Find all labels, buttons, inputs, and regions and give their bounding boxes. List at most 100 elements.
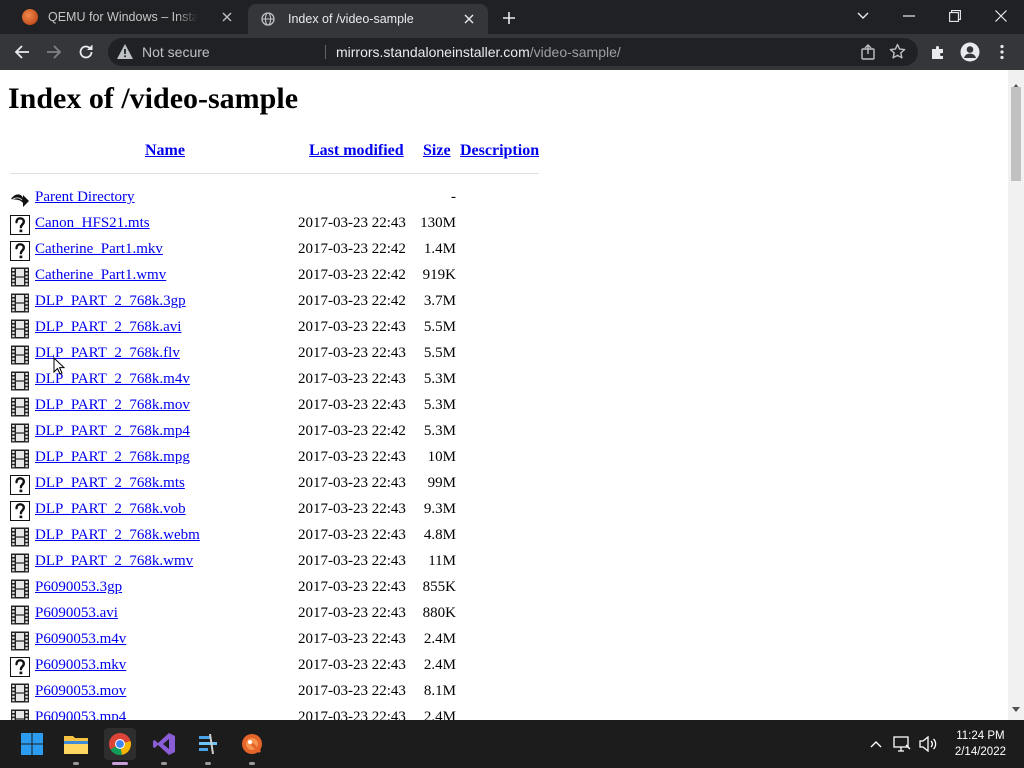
dev-tool-icon[interactable]: [192, 728, 224, 765]
profile-avatar-icon[interactable]: [957, 39, 983, 65]
file-link[interactable]: P6090053.mkv: [35, 657, 126, 674]
last-modified-cell: 2017-03-23 22:42: [298, 241, 406, 257]
size-cell: 5.3M: [423, 397, 456, 413]
file-link[interactable]: Catherine_Part1.mkv: [35, 241, 163, 258]
qemu-icon[interactable]: [236, 728, 268, 765]
column-header-last-modified[interactable]: Last modified: [309, 142, 404, 160]
chrome-icon[interactable]: [104, 728, 136, 765]
windows-start-icon[interactable]: [16, 728, 48, 760]
file-link[interactable]: P6090053.3gp: [35, 579, 122, 596]
file-row: Catherine_Part1.wmv 2017-03-23 22:42 919K: [0, 264, 600, 290]
movie-file-icon: [10, 553, 30, 573]
file-link[interactable]: DLP_PART_2_768k.webm: [35, 527, 200, 544]
movie-file-icon: [10, 683, 30, 703]
column-header-description[interactable]: Description: [460, 142, 539, 160]
file-row: DLP_PART_2_768k.mp4 2017-03-23 22:42 5.3M: [0, 420, 600, 446]
tab-qemu-installers[interactable]: QEMU for Windows – Installers (64 bit): [8, 0, 246, 34]
reload-button[interactable]: [73, 39, 99, 65]
column-header-name[interactable]: Name: [145, 142, 185, 160]
last-modified-cell: 2017-03-23 22:43: [298, 371, 406, 387]
tab-index-video-sample[interactable]: Index of /video-sample: [248, 4, 488, 34]
movie-file-icon: [10, 449, 30, 469]
file-link[interactable]: DLP_PART_2_768k.mpg: [35, 449, 190, 466]
last-modified-cell: 2017-03-23 22:43: [298, 683, 406, 699]
file-link[interactable]: P6090053.mov: [35, 683, 126, 700]
url-text[interactable]: mirrors.standaloneinstaller.com/video-sa…: [336, 44, 621, 60]
last-modified-cell: 2017-03-23 22:43: [298, 475, 406, 491]
minimize-window-icon[interactable]: [886, 0, 932, 32]
movie-file-icon: [10, 423, 30, 443]
network-icon[interactable]: [892, 734, 912, 754]
extensions-icon[interactable]: [925, 39, 951, 65]
file-link[interactable]: DLP_PART_2_768k.avi: [35, 319, 181, 336]
new-tab-button[interactable]: [498, 7, 520, 29]
not-secure-warning-icon[interactable]: [116, 43, 134, 64]
size-cell: 5.3M: [423, 423, 456, 439]
size-cell: 5.5M: [423, 319, 456, 335]
page-scrollbar[interactable]: [1008, 70, 1024, 720]
movie-file-icon: [10, 631, 30, 651]
size-cell: 2.4M: [423, 709, 456, 720]
restore-window-icon[interactable]: [932, 0, 978, 32]
file-link[interactable]: P6090053.avi: [35, 605, 118, 622]
size-cell: 1.4M: [423, 241, 456, 257]
movie-file-icon: [10, 709, 30, 720]
file-link[interactable]: DLP_PART_2_768k.wmv: [35, 553, 193, 570]
parent-directory-link[interactable]: Parent Directory: [35, 189, 135, 206]
movie-file-icon: [10, 371, 30, 391]
close-window-icon[interactable]: [978, 0, 1024, 32]
size-cell: 10M: [427, 449, 456, 465]
show-hidden-icons-chevron-icon[interactable]: [866, 734, 886, 754]
file-row: P6090053.mkv 2017-03-23 22:43 2.4M: [0, 654, 600, 680]
file-link[interactable]: Canon_HFS21.mts: [35, 215, 150, 232]
running-indicator: [73, 762, 79, 765]
share-icon[interactable]: [860, 44, 876, 64]
system-clock[interactable]: 11:24 PM 2/14/2022: [955, 728, 1006, 760]
tab-search-icon[interactable]: [840, 0, 886, 32]
file-link[interactable]: DLP_PART_2_768k.mp4: [35, 423, 190, 440]
bookmark-star-icon[interactable]: [889, 43, 906, 64]
file-link[interactable]: DLP_PART_2_768k.vob: [35, 501, 186, 518]
url-host: mirrors.standaloneinstaller.com: [336, 44, 530, 60]
file-link[interactable]: Catherine_Part1.wmv: [35, 267, 166, 284]
last-modified-cell: 2017-03-23 22:43: [298, 345, 406, 361]
unknown-file-icon: [10, 657, 30, 677]
volume-icon[interactable]: [918, 734, 938, 754]
last-modified-cell: 2017-03-23 22:42: [298, 267, 406, 283]
file-link[interactable]: DLP_PART_2_768k.mov: [35, 397, 190, 414]
file-link[interactable]: DLP_PART_2_768k.3gp: [35, 293, 186, 310]
address-bar[interactable]: Not secure mirrors.standaloneinstaller.c…: [108, 38, 918, 66]
scrollbar-thumb[interactable]: [1011, 87, 1021, 181]
file-explorer-icon[interactable]: [60, 728, 92, 765]
tab-title: QEMU for Windows – Installers (64 bit): [48, 10, 198, 24]
last-modified-cell: 2017-03-23 22:43: [298, 709, 406, 720]
close-tab-icon[interactable]: [218, 8, 236, 26]
windows-taskbar: 11:24 PM 2/14/2022: [0, 720, 1024, 768]
header-divider: [10, 173, 539, 174]
parent-directory-row: Parent Directory -: [0, 186, 600, 212]
movie-file-icon: [10, 345, 30, 365]
file-row: P6090053.mov 2017-03-23 22:43 8.1M: [0, 680, 600, 706]
file-row: P6090053.m4v 2017-03-23 22:43 2.4M: [0, 628, 600, 654]
forward-button[interactable]: [41, 39, 67, 65]
column-header-size[interactable]: Size: [423, 142, 451, 160]
file-link[interactable]: DLP_PART_2_768k.mts: [35, 475, 185, 492]
file-link[interactable]: P6090053.mp4: [35, 709, 126, 720]
browser-menu-icon[interactable]: [989, 39, 1015, 65]
back-button[interactable]: [9, 39, 35, 65]
file-link[interactable]: P6090053.m4v: [35, 631, 126, 648]
qemu-icon: [22, 9, 38, 25]
size-cell: 4.8M: [423, 527, 456, 543]
movie-file-icon: [10, 319, 30, 339]
file-row: DLP_PART_2_768k.wmv 2017-03-23 22:43 11M: [0, 550, 600, 576]
security-label[interactable]: Not secure: [142, 44, 210, 60]
scroll-down-arrow-icon[interactable]: [1012, 697, 1020, 716]
close-tab-icon[interactable]: [460, 10, 478, 28]
browser-tab-strip: QEMU for Windows – Installers (64 bit) I…: [0, 0, 1024, 34]
tab-title: Index of /video-sample: [288, 12, 414, 26]
visual-studio-icon[interactable]: [148, 728, 180, 765]
last-modified-cell: 2017-03-23 22:43: [298, 605, 406, 621]
active-indicator: [112, 762, 128, 765]
size-cell: 5.3M: [423, 371, 456, 387]
file-row: Catherine_Part1.mkv 2017-03-23 22:42 1.4M: [0, 238, 600, 264]
